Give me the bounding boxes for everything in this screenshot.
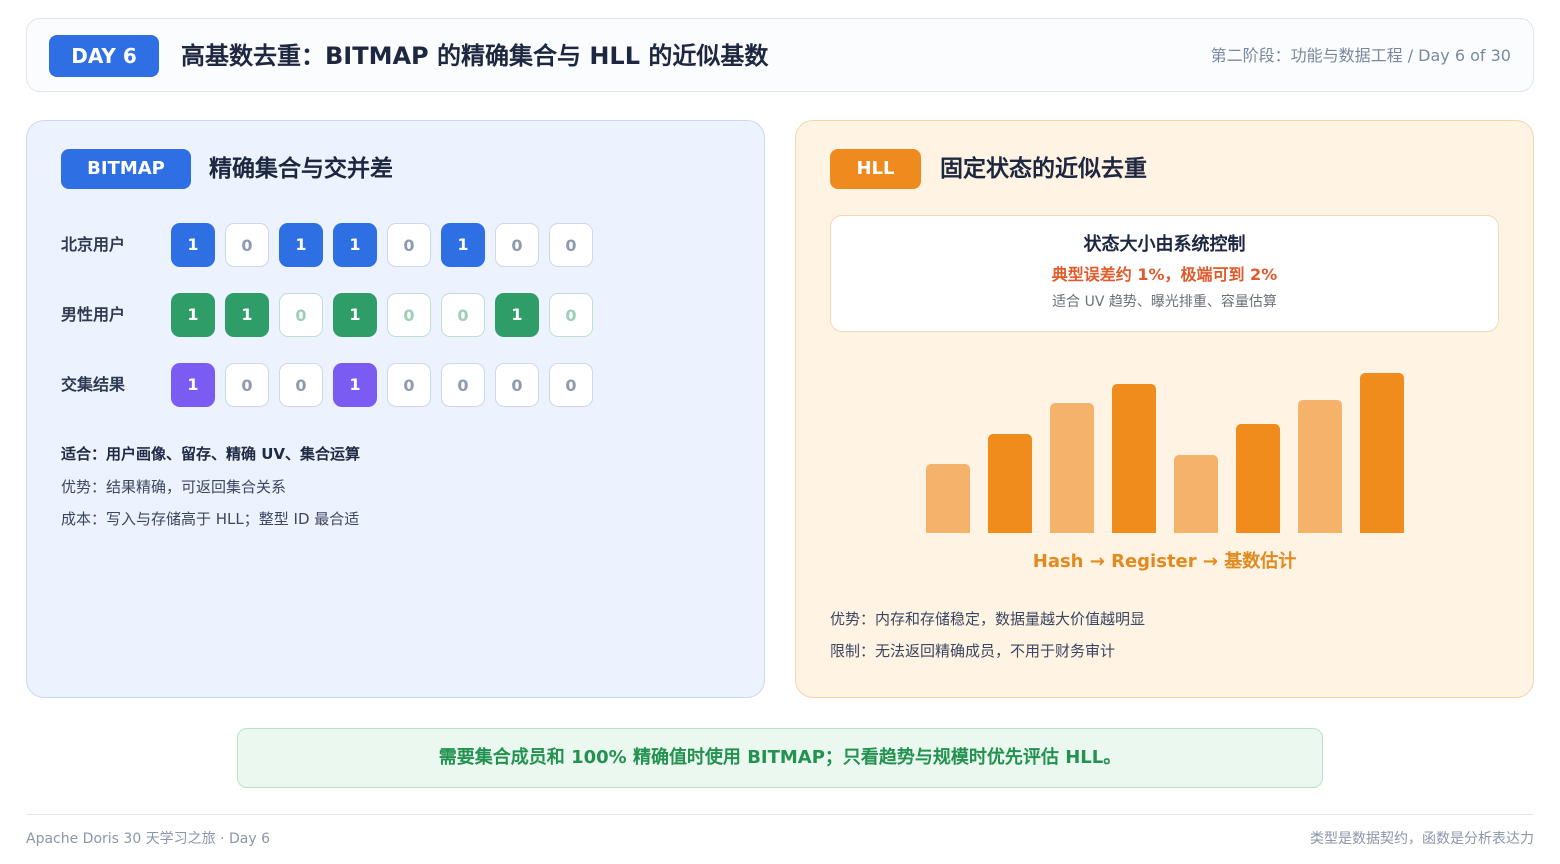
bit-cell: 1 (171, 363, 215, 407)
register-bar (988, 434, 1032, 533)
bit-cells: 10110100 (171, 223, 593, 267)
state-error-rate: 典型误差约 1%，极端可到 2% (1051, 265, 1278, 284)
bit-cell: 1 (279, 223, 323, 267)
bit-cell: 0 (441, 363, 485, 407)
bitmap-advantage-note: 优势：结果精确，可返回集合关系 (61, 478, 287, 496)
bit-cell: 0 (279, 363, 323, 407)
bit-cells: 10010000 (171, 363, 593, 407)
register-bar (1298, 400, 1342, 533)
bit-cell: 1 (333, 223, 377, 267)
bit-cell: 0 (495, 223, 539, 267)
bit-cell: 1 (441, 223, 485, 267)
state-title: 状态大小由系统控制 (1083, 234, 1246, 255)
bit-cell: 0 (387, 293, 431, 337)
bitmap-cost-note: 成本：写入与存储高于 HLL；整型 ID 最合适 (61, 510, 360, 528)
bit-cell: 0 (549, 363, 593, 407)
summary-banner: 需要集合成员和 100% 精确值时使用 BITMAP；只看趋势与规模时优先评估 … (237, 728, 1323, 788)
register-bar (1174, 455, 1218, 533)
bit-cell: 1 (171, 223, 215, 267)
bit-cell: 0 (549, 293, 593, 337)
stage-breadcrumb: 第二阶段：功能与数据工程 / Day 6 of 30 (1210, 46, 1511, 65)
register-bars (926, 371, 1406, 533)
bit-cell: 0 (225, 363, 269, 407)
row-label: 北京用户 (61, 235, 126, 254)
register-bar (1236, 424, 1280, 533)
row-label: 男性用户 (61, 305, 126, 324)
hll-heading: 固定状态的近似去重 (940, 156, 1147, 182)
bit-cell: 0 (549, 223, 593, 267)
row-label: 交集结果 (61, 375, 126, 394)
bit-cell: 0 (387, 223, 431, 267)
register-bar (926, 464, 970, 533)
hll-advantage-note: 优势：内存和存储稳定，数据量越大价值越明显 (830, 610, 1146, 628)
hll-limit-note: 限制：无法返回精确成员，不用于财务审计 (830, 642, 1116, 660)
register-bar (1360, 373, 1404, 533)
state-use-cases: 适合 UV 趋势、曝光排重、容量估算 (1052, 294, 1277, 310)
day-badge: DAY 6 (49, 35, 159, 77)
register-bar (1112, 384, 1156, 533)
bit-cell: 1 (333, 363, 377, 407)
bit-cell: 0 (495, 363, 539, 407)
hll-panel: HLL 固定状态的近似去重 状态大小由系统控制 典型误差约 1%，极端可到 2%… (795, 120, 1534, 698)
hll-state-card: 状态大小由系统控制 典型误差约 1%，极端可到 2% 适合 UV 趋势、曝光排重… (830, 215, 1499, 332)
footer-tagline: 类型是数据契约，函数是分析表达力 (1310, 831, 1534, 847)
bit-cell: 0 (441, 293, 485, 337)
footer-divider (26, 814, 1534, 815)
bit-cell: 1 (333, 293, 377, 337)
bitmap-tag: BITMAP (61, 149, 191, 189)
bit-cell: 0 (279, 293, 323, 337)
bit-cells: 11010010 (171, 293, 593, 337)
hll-tag: HLL (830, 149, 921, 189)
hll-flow-label: Hash → Register → 基数估计 (1032, 551, 1297, 572)
bitmap-heading: 精确集合与交并差 (209, 156, 393, 182)
header-bar: DAY 6 高基数去重：BITMAP 的精确集合与 HLL 的近似基数 第二阶段… (26, 18, 1534, 92)
bit-cell: 1 (225, 293, 269, 337)
bit-cell: 1 (171, 293, 215, 337)
bit-cell: 1 (495, 293, 539, 337)
bitmap-fit-note: 适合：用户画像、留存、精确 UV、集合运算 (61, 445, 361, 463)
page-title: 高基数去重：BITMAP 的精确集合与 HLL 的近似基数 (181, 42, 769, 70)
register-bar (1050, 403, 1094, 533)
footer-series: Apache Doris 30 天学习之旅 · Day 6 (26, 831, 271, 847)
bitmap-panel: BITMAP 精确集合与交并差 北京用户 10110100 男性用户 11010… (26, 120, 765, 698)
bit-cell: 0 (225, 223, 269, 267)
bit-cell: 0 (387, 363, 431, 407)
